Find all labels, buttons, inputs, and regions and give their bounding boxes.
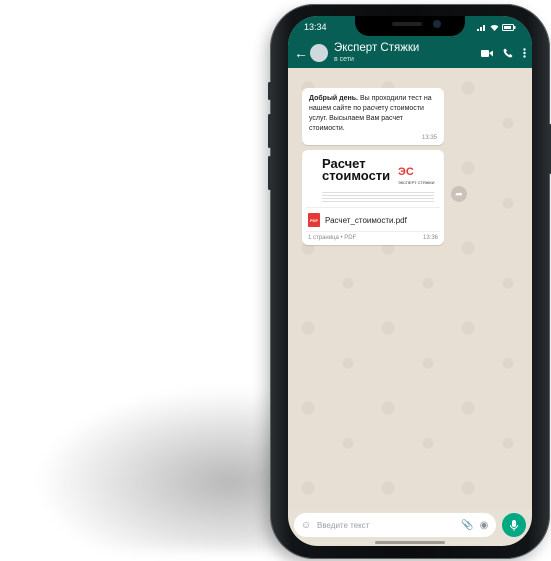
file-name: Расчет_стоимости.pdf xyxy=(325,215,407,225)
volume-down-button xyxy=(268,156,271,190)
message-input-container: ☺ 📎 ◉ xyxy=(294,513,496,537)
emoji-icon[interactable]: ☺ xyxy=(300,520,312,531)
file-details: 1 страница • PDF xyxy=(308,235,357,241)
message-input[interactable] xyxy=(317,520,456,530)
chat-header: ← Эксперт Стяжки в сети xyxy=(288,38,532,68)
input-bar: ☺ 📎 ◉ xyxy=(294,512,526,538)
phone-icon[interactable] xyxy=(503,48,513,58)
message-time: 13:35 xyxy=(421,135,437,141)
mute-switch xyxy=(268,82,271,100)
header-actions xyxy=(481,48,526,58)
arrow-left-icon[interactable]: ← xyxy=(294,45,308,61)
volume-up-button xyxy=(268,114,271,148)
file-row[interactable]: PDF Расчет_стоимости.pdf xyxy=(306,208,440,232)
file-meta: 1 страница • PDF 13:36 xyxy=(306,232,440,241)
preview-table-lines xyxy=(322,192,434,204)
notch xyxy=(355,16,465,36)
contact-status: в сети xyxy=(334,56,354,64)
more-vert-icon[interactable] xyxy=(523,48,526,58)
microphone-button[interactable] xyxy=(502,513,526,537)
expert-styazhki-logo: ЭС ЭКСПЕРТ СТЯЖКИ xyxy=(398,166,435,185)
contact-name: Эксперт Стяжки xyxy=(334,41,420,54)
home-indicator xyxy=(375,541,445,544)
document-preview[interactable]: Расчет стоимости ЭС ЭКСПЕРТ СТЯЖКИ xyxy=(306,154,440,208)
camera-icon[interactable]: ◉ xyxy=(478,520,490,531)
status-icons xyxy=(477,23,516,31)
document-message[interactable]: Расчет стоимости ЭС ЭКСПЕРТ СТЯЖКИ PDF Р… xyxy=(302,150,444,245)
signal-icon xyxy=(477,24,485,31)
message-greeting: Добрый день. xyxy=(309,95,358,102)
paperclip-icon[interactable]: 📎 xyxy=(461,520,473,531)
pdf-icon: PDF xyxy=(308,213,320,227)
contact-info[interactable]: Эксперт Стяжки в сети xyxy=(334,41,481,64)
microphone-icon xyxy=(510,519,518,531)
status-time: 13:34 xyxy=(304,22,327,32)
avatar[interactable] xyxy=(310,44,328,62)
wifi-icon xyxy=(490,24,499,31)
phone-screen: 13:34 ← Эксперт Стяжки в сети Добрый ден… xyxy=(288,16,532,546)
video-icon[interactable] xyxy=(481,49,493,58)
incoming-message[interactable]: Добрый день. Вы проходили тест на нашем … xyxy=(302,88,444,145)
battery-icon xyxy=(502,23,516,31)
preview-title-line2: стоимости xyxy=(322,168,391,183)
forward-icon[interactable]: ➦ xyxy=(451,186,467,202)
document-time: 13:36 xyxy=(422,235,438,241)
chat-area: Добрый день. Вы проходили тест на нашем … xyxy=(288,68,532,510)
phone-frame: 13:34 ← Эксперт Стяжки в сети Добрый ден… xyxy=(268,4,551,559)
preview-title: Расчет стоимости xyxy=(322,157,391,183)
message-text: Добрый день. Вы проходили тест на нашем … xyxy=(309,94,437,134)
